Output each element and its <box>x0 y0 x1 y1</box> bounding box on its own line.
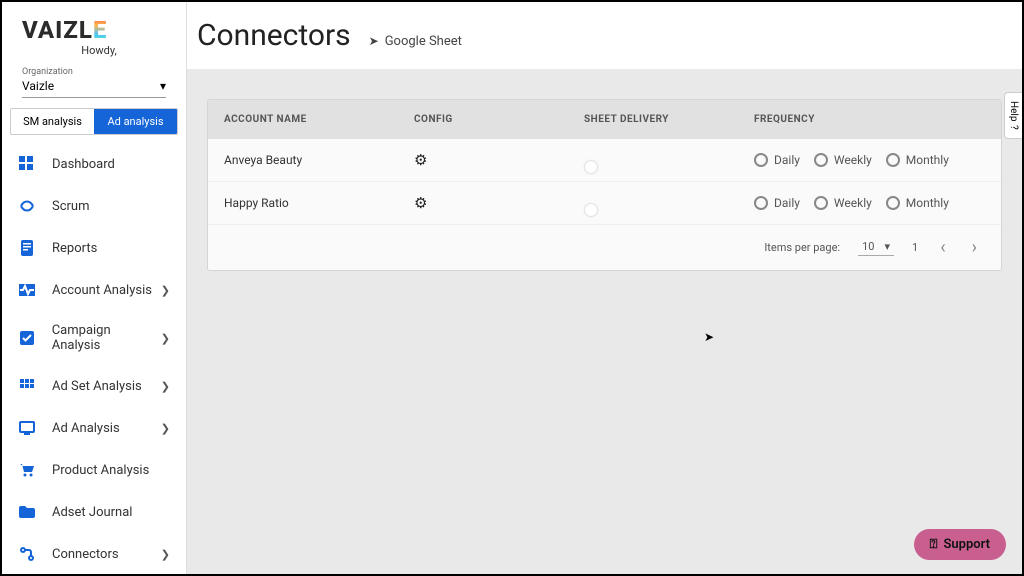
pagination: Items per page: 10 ▾ 1 ‹ › <box>208 225 1001 270</box>
connectors-table: ACCOUNT NAME CONFIG SHEET DELIVERY FREQU… <box>207 99 1002 271</box>
connectors-icon <box>18 545 36 563</box>
help-tab[interactable]: Help ? <box>1004 92 1022 139</box>
cell-account-name: Happy Ratio <box>224 196 414 210</box>
tab-ad-analysis[interactable]: Ad analysis <box>94 109 177 134</box>
gear-icon[interactable]: ⚙ <box>414 194 427 212</box>
nav-connectors[interactable]: Connectors ❯ <box>10 533 178 574</box>
analysis-tabs: SM analysis Ad analysis <box>10 108 178 135</box>
chevron-right-icon: ❯ <box>161 548 170 561</box>
caret-down-icon: ▾ <box>160 79 166 93</box>
folder-icon <box>18 503 36 521</box>
breadcrumb-arrow-icon: ➤ <box>369 34 379 48</box>
nav-dashboard[interactable]: Dashboard <box>10 143 178 185</box>
cart-icon <box>18 461 36 479</box>
nav-scrum[interactable]: Scrum <box>10 185 178 227</box>
dashboard-icon <box>18 155 36 173</box>
items-per-page-select[interactable]: 10 ▾ <box>858 240 894 256</box>
nav-reports[interactable]: Reports <box>10 227 178 269</box>
caret-down-icon: ▾ <box>884 240 890 253</box>
items-per-page-label: Items per page: <box>764 241 840 254</box>
chevron-right-icon: ❯ <box>161 332 170 345</box>
th-frequency: FREQUENCY <box>754 114 985 125</box>
nav-adset-analysis[interactable]: Ad Set Analysis ❯ <box>10 365 178 407</box>
th-delivery: SHEET DELIVERY <box>584 114 754 125</box>
chevron-right-icon: ❯ <box>161 422 170 435</box>
main-content: Connectors ➤ Google Sheet ACCOUNT NAME C… <box>187 2 1022 574</box>
question-circle-icon: ⍰ <box>930 537 938 552</box>
gear-icon[interactable]: ⚙ <box>414 151 427 169</box>
th-account-name: ACCOUNT NAME <box>224 114 414 125</box>
table-row: Happy Ratio ⚙ Daily Weekly Monthly <box>208 182 1001 225</box>
radio-weekly[interactable]: Weekly <box>814 196 872 210</box>
page-title: Connectors <box>197 18 351 53</box>
nav-product-analysis[interactable]: Product Analysis <box>10 449 178 491</box>
radio-weekly[interactable]: Weekly <box>814 153 872 167</box>
question-icon: ? <box>1008 125 1019 130</box>
chevron-right-icon: ❯ <box>161 284 170 297</box>
check-square-icon <box>18 329 36 347</box>
tab-sm-analysis[interactable]: SM analysis <box>11 109 94 134</box>
cell-account-name: Anveya Beauty <box>224 153 414 167</box>
radio-daily[interactable]: Daily <box>754 196 800 210</box>
grid-icon <box>18 377 36 395</box>
radio-monthly[interactable]: Monthly <box>886 196 949 210</box>
next-page-button[interactable]: › <box>968 237 981 258</box>
breadcrumb-item: Google Sheet <box>385 34 462 49</box>
nav-ad-analysis[interactable]: Ad Analysis ❯ <box>10 407 178 449</box>
breadcrumb: ➤ Google Sheet <box>363 34 462 49</box>
sidebar: VAIZLE Howdy, Organization Vaizle ▾ SM a… <box>2 2 187 574</box>
monitor-icon <box>18 419 36 437</box>
nav-account-analysis[interactable]: Account Analysis ❯ <box>10 269 178 311</box>
scrum-icon <box>18 197 36 215</box>
logo: VAIZLE Howdy, <box>2 2 186 59</box>
prev-page-button[interactable]: ‹ <box>936 237 949 258</box>
nav-campaign-analysis[interactable]: Campaign Analysis ❯ <box>10 311 178 365</box>
org-value: Vaizle <box>22 79 54 93</box>
th-config: CONFIG <box>414 114 584 125</box>
page-header: Connectors ➤ Google Sheet <box>187 2 1022 69</box>
radio-daily[interactable]: Daily <box>754 153 800 167</box>
nav-adset-journal[interactable]: Adset Journal <box>10 491 178 533</box>
radio-monthly[interactable]: Monthly <box>886 153 949 167</box>
org-label: Organization <box>22 67 166 77</box>
org-select[interactable]: Vaizle ▾ <box>22 77 166 98</box>
chevron-right-icon: ❯ <box>161 380 170 393</box>
table-row: Anveya Beauty ⚙ Daily Weekly Monthly <box>208 139 1001 182</box>
greeting: Howdy, <box>22 44 176 57</box>
reports-icon <box>18 239 36 257</box>
support-button[interactable]: ⍰ Support <box>914 529 1006 560</box>
pulse-icon <box>18 281 36 299</box>
page-number: 1 <box>912 241 918 254</box>
